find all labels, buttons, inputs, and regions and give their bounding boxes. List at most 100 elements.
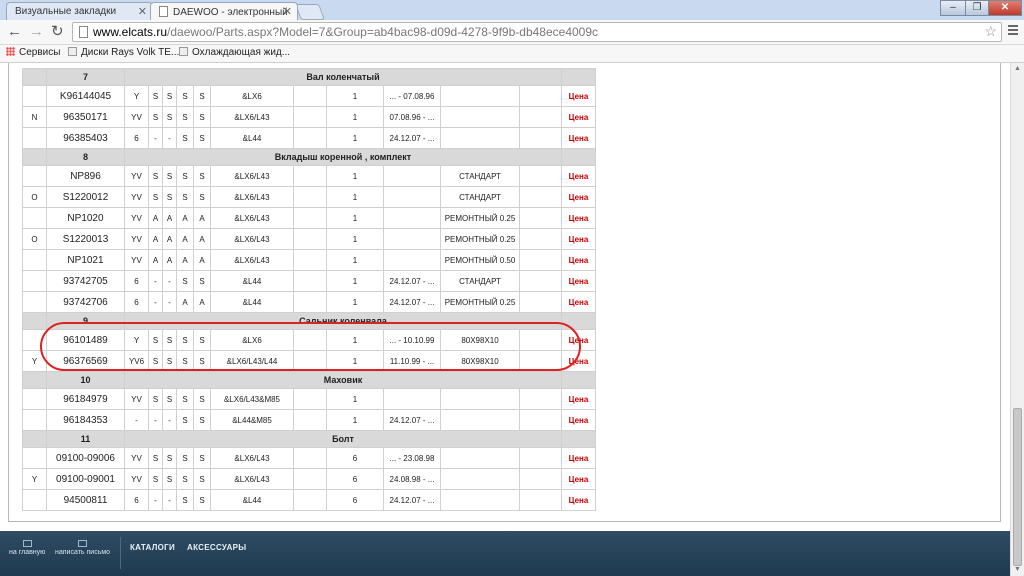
code-cell: - (148, 270, 163, 292)
code-cell: Y (124, 85, 149, 107)
code-cell: - (162, 291, 177, 313)
note-cell: РЕМОНТНЫЙ 0.25 (440, 291, 520, 313)
price-link[interactable]: Цена (561, 388, 596, 410)
scroll-up-arrow-icon[interactable]: ▲ (1014, 65, 1021, 72)
code-cell: A (162, 207, 177, 229)
code-cell: S (176, 329, 194, 351)
note-cell: РЕМОНТНЫЙ 0.50 (440, 249, 520, 271)
maximize-button[interactable]: ❐ (965, 0, 989, 16)
price-link[interactable]: Цена (561, 409, 596, 431)
minimize-button[interactable]: ‒ (940, 0, 966, 16)
bookmark-rays-volk[interactable]: Диски Rays Volk TE... (68, 47, 179, 58)
code-cell: A (148, 228, 163, 250)
address-bar[interactable]: www.elcats.ru/daewoo/Parts.aspx?Model=7&… (72, 22, 1002, 42)
empty-cell (519, 468, 562, 490)
code-cell: S (176, 186, 194, 208)
price-link[interactable]: Цена (561, 468, 596, 490)
empty-cell (519, 350, 562, 372)
part-number-cell: NP1021 (46, 249, 125, 271)
price-link[interactable]: Цена (561, 207, 596, 229)
price-link[interactable]: Цена (561, 291, 596, 313)
accessories-link[interactable]: АКСЕССУАРЫ (187, 543, 246, 552)
vertical-scrollbar[interactable]: ▲ ▼ (1010, 63, 1024, 576)
price-link[interactable]: Цена (561, 489, 596, 511)
close-tab-icon[interactable]: ✕ (138, 5, 147, 18)
code-cell: A (148, 207, 163, 229)
part-number-cell: NP1020 (46, 207, 125, 229)
code-cell: - (148, 409, 163, 431)
empty-cell (519, 165, 562, 187)
price-link[interactable]: Цена (561, 329, 596, 351)
code-cell: A (193, 207, 211, 229)
empty-cell (293, 388, 327, 410)
scroll-down-arrow-icon[interactable]: ▼ (1014, 566, 1021, 573)
price-link[interactable]: Цена (561, 165, 596, 187)
mark-cell: O (22, 228, 47, 250)
quantity-cell: 1 (326, 186, 384, 208)
catalogs-link[interactable]: КАТАЛОГИ (130, 543, 175, 552)
quantity-cell: 1 (326, 106, 384, 128)
price-link[interactable]: Цена (561, 127, 596, 149)
page-icon (159, 6, 168, 17)
code-cell: 6 (124, 127, 149, 149)
tab-daewoo[interactable]: DAEWOO - электронный ✕ (150, 2, 298, 20)
price-link[interactable]: Цена (561, 85, 596, 107)
table-row: O S1220013 YV A A A A &LX6/L43 1 РЕМОНТНЫЙ 0.25 Це… (22, 228, 596, 250)
close-tab-icon[interactable]: ✕ (283, 5, 292, 18)
price-link[interactable]: Цена (561, 447, 596, 469)
write-letter-link[interactable]: написать письмо (55, 540, 110, 556)
code-cell: S (193, 85, 211, 107)
bookmark-services[interactable]: Сервисы (6, 47, 60, 58)
price-link[interactable]: Цена (561, 350, 596, 372)
note-cell: РЕМОНТНЫЙ 0.25 (440, 207, 520, 229)
parts-table: 7 Вал коленчатый K96144045 Y S S S S &LX6 1... - … (22, 68, 596, 511)
reload-icon[interactable]: ↻ (51, 23, 64, 41)
group-header-row: 10 Маховик (22, 371, 596, 389)
quantity-cell: 1 (326, 249, 384, 271)
scrollbar-thumb[interactable] (1013, 408, 1022, 566)
home-icon (22, 540, 32, 547)
close-window-button[interactable]: ✕ (988, 0, 1022, 16)
menu-icon[interactable] (1008, 25, 1018, 37)
engine-cell: &LX6/L43 (210, 447, 294, 469)
date-range-cell: ... - 07.08.96 (383, 85, 441, 107)
engine-cell: &LX6/L43 (210, 249, 294, 271)
code-cell: S (193, 388, 211, 410)
note-cell (440, 388, 520, 410)
empty-cell (293, 106, 327, 128)
empty-cell (293, 489, 327, 511)
date-range-cell: 11.10.99 - ... (383, 350, 441, 372)
mark-cell: Y (22, 468, 47, 490)
new-tab-button[interactable] (295, 4, 325, 20)
empty-cell (293, 291, 327, 313)
code-cell: S (193, 165, 211, 187)
bookmark-star-icon[interactable]: ☆ (984, 23, 997, 40)
code-cell: - (162, 489, 177, 511)
code-cell: S (193, 409, 211, 431)
code-cell: S (148, 106, 163, 128)
empty-cell (519, 228, 562, 250)
home-link[interactable]: на главную (9, 540, 45, 556)
back-arrow-icon[interactable]: ← (7, 23, 22, 41)
price-link[interactable]: Цена (561, 106, 596, 128)
code-cell: S (148, 388, 163, 410)
tab-visual-bookmarks[interactable]: Визуальные закладки ✕ (6, 2, 153, 20)
code-cell: A (162, 228, 177, 250)
bookmark-coolant[interactable]: Охлаждающая жид... (179, 47, 290, 58)
url-text[interactable]: www.elcats.ru/daewoo/Parts.aspx?Model=7&… (93, 25, 598, 39)
code-cell: S (148, 165, 163, 187)
group-header-row: 9 Сальник коленвала (22, 312, 596, 330)
engine-cell: &LX6/L43&M85 (210, 388, 294, 410)
empty-cell (519, 329, 562, 351)
forward-arrow-icon[interactable]: → (29, 23, 44, 41)
code-cell: S (193, 468, 211, 490)
empty-cell (22, 148, 47, 166)
code-cell: S (193, 186, 211, 208)
price-link[interactable]: Цена (561, 270, 596, 292)
code-cell: S (176, 270, 194, 292)
price-link[interactable]: Цена (561, 186, 596, 208)
table-row: 93742705 6- - S S &L44 1 24.12.07 - ... СТАНДАРТ… (22, 270, 596, 292)
mark-cell (22, 329, 47, 351)
price-link[interactable]: Цена (561, 249, 596, 271)
price-link[interactable]: Цена (561, 228, 596, 250)
